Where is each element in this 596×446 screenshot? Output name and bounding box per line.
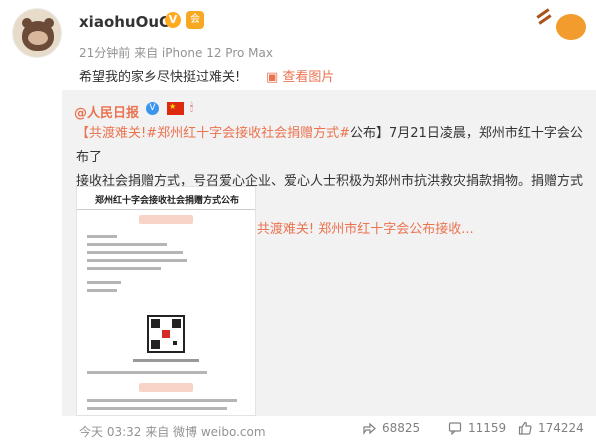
verified-badge-icon: V xyxy=(165,12,181,28)
quoted-author[interactable]: @人民日报 xyxy=(74,102,139,121)
poster-image[interactable]: 郑州红十字会接收社会捐赠方式公布 xyxy=(76,186,256,416)
quoted-weibo[interactable]: @人民日报 V ★ 🕯 【共渡难关!#郑州红十字会接收社会捐赠方式#公布】7月2… xyxy=(62,90,596,416)
view-images-label: 查看图片 xyxy=(282,70,335,85)
post-meta: 21分钟前 来自 iPhone 12 Pro Max xyxy=(79,46,273,60)
comment-count: 11159 xyxy=(468,421,507,435)
footer-date: 今天 03:32 来自 微博 weibo.com xyxy=(79,425,266,439)
like-count: 174224 xyxy=(538,421,584,435)
like-icon xyxy=(518,421,532,435)
share-icon xyxy=(363,422,376,435)
quoted-text-line: 【共渡难关!#郑州红十字会接收社会捐赠方式#公布】7月21日凌晨，郑州市红十字会… xyxy=(76,122,586,170)
hashtag-link[interactable]: #郑州红十字会接收社会捐赠方式# xyxy=(146,126,350,141)
weibo-post: xiaohuOuO V 会 21分钟前 来自 iPhone 12 Pro Max… xyxy=(0,0,596,446)
candle-icon: 🕯 xyxy=(190,101,194,114)
hashtag-link[interactable]: 【共渡难关! xyxy=(76,126,146,141)
comment-button[interactable]: 11159 xyxy=(448,421,506,435)
share-count: 68825 xyxy=(382,421,421,435)
comment-icon xyxy=(448,422,462,435)
member-badge-icon: 会 xyxy=(186,11,204,29)
poster-title: 郑州红十字会接收社会捐赠方式公布 xyxy=(94,196,239,206)
view-images-link[interactable]: ▣ 查看图片 xyxy=(266,66,334,85)
avatar[interactable] xyxy=(12,8,62,58)
post-caption: 希望我的家乡尽快挺过难关! xyxy=(79,70,241,85)
username[interactable]: xiaohuOuO xyxy=(79,13,172,31)
verified-blue-icon: V xyxy=(146,102,159,115)
share-button[interactable]: 68825 xyxy=(362,421,420,435)
china-flag-icon: ★ xyxy=(167,102,184,115)
card-decoration-icon xyxy=(528,4,590,44)
image-icon: ▣ xyxy=(266,70,283,85)
like-button[interactable]: 174224 xyxy=(518,421,584,435)
qr-code xyxy=(147,315,185,353)
